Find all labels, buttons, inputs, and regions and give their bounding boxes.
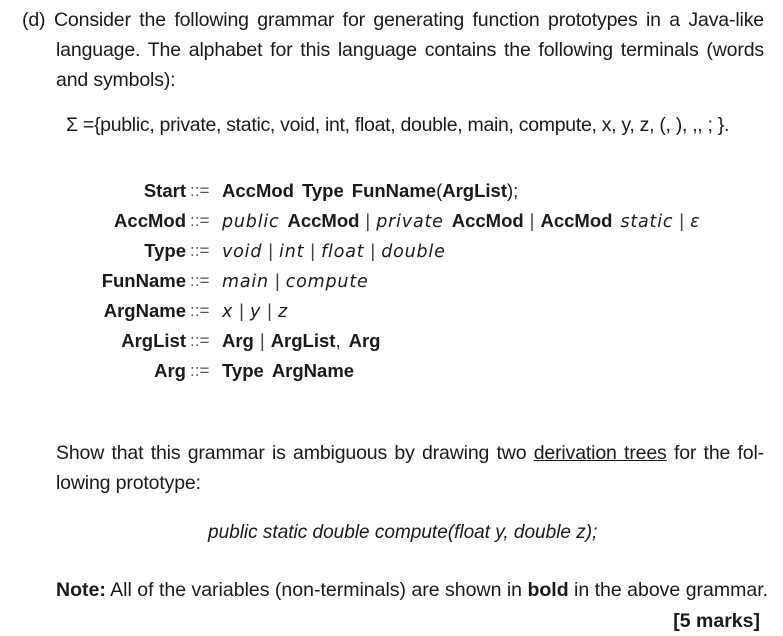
terminal: y	[249, 302, 262, 322]
alternative-separator: |	[267, 300, 272, 321]
rule-lhs: FunName	[101, 270, 186, 291]
non-terminal: ArgName	[271, 360, 355, 381]
rule-lhs: AccMod	[114, 210, 186, 231]
rule-rhs: main | compute	[222, 266, 369, 297]
intro-text-1: Consider the following grammar for gener…	[54, 9, 764, 31]
symbol: );	[506, 180, 519, 201]
non-terminal: Type	[222, 360, 264, 381]
rule-lhs: ArgList	[121, 330, 186, 351]
rule-lhs-container: ArgList	[40, 326, 186, 356]
task-text-before: Show that this grammar is ambiguous by d…	[56, 442, 534, 464]
note-text-before: All of the variables (non-terminals) are…	[105, 579, 528, 601]
terminal: int	[279, 242, 305, 262]
rule-operator: ::=	[190, 241, 210, 260]
grammar-rule-arg: Arg::= Type ArgName	[40, 356, 760, 386]
alternative-separator: |	[310, 240, 316, 261]
question-intro-line-3: and symbols):	[56, 65, 764, 95]
rule-operator: ::=	[190, 181, 210, 200]
task-text-after: for the fol-	[666, 442, 764, 464]
rule-lhs-container: ArgName	[40, 296, 186, 326]
rule-operator: ::=	[190, 331, 210, 350]
terminal: z	[277, 302, 288, 322]
alternative-separator: |	[529, 210, 535, 231]
rule-operator: ::=	[190, 211, 210, 230]
note-label: Note:	[56, 579, 106, 601]
symbol: ,	[335, 330, 341, 351]
non-terminal: Type	[301, 180, 344, 201]
rule-rhs: x | y | z	[222, 296, 288, 327]
terminal: static	[620, 212, 674, 232]
intro-text-2: language. The alphabet for this language…	[56, 39, 764, 61]
rule-lhs: Start	[143, 180, 186, 201]
intro-text-3: and symbols):	[56, 69, 176, 91]
terminal: compute	[285, 272, 369, 292]
non-terminal: AccMod	[287, 210, 360, 231]
grammar-rule-arglist: ArgList::= Arg | ArgList, Arg	[40, 326, 760, 356]
rule-lhs: Type	[144, 240, 186, 261]
terminal: ε	[690, 212, 701, 232]
grammar-rule-accmod: AccMod::= public AccMod | private AccMod | AccM…	[40, 206, 760, 236]
rule-lhs-container: Start	[40, 176, 186, 206]
terminal: double	[381, 242, 446, 262]
rule-lhs-container: FunName	[40, 266, 186, 296]
alternative-separator: |	[365, 210, 371, 231]
non-terminal: ArgList	[270, 330, 336, 351]
rule-operator: ::=	[190, 361, 210, 380]
marks-label: [5 marks]	[673, 610, 760, 632]
non-terminal: Arg	[348, 330, 381, 351]
non-terminal: AccMod	[540, 210, 613, 231]
rule-rhs: AccMod Type FunName(ArgList);	[222, 176, 518, 206]
rule-rhs: Type ArgName	[222, 356, 354, 386]
non-terminal: AccMod	[222, 180, 294, 201]
rule-rhs: void | int | float | double	[222, 236, 446, 267]
rule-lhs-container: Type	[40, 236, 186, 266]
grammar-rule-type: Type::= void | int | float | double	[40, 236, 760, 266]
note-bold-word: bold	[527, 579, 569, 601]
alphabet-definition: Σ ={public, private, static, void, int, …	[66, 114, 730, 136]
rule-lhs-container: AccMod	[40, 206, 186, 236]
question-intro-line-1: (d) Consider the following grammar for ge…	[22, 5, 764, 35]
note-text-after: in the above grammar.	[568, 579, 769, 601]
question-label: (d)	[22, 9, 46, 31]
task-text-line-2: lowing prototype:	[56, 472, 201, 494]
task-line-1: Show that this grammar is ambiguous by d…	[56, 438, 764, 468]
alternative-separator: |	[370, 240, 376, 261]
alternative-separator: |	[679, 210, 685, 231]
terminal: x	[222, 302, 234, 322]
rule-rhs: public AccMod | private AccMod | AccMod static |…	[222, 206, 700, 237]
alternative-separator: |	[239, 300, 244, 321]
rule-operator: ::=	[190, 271, 210, 290]
alternative-separator: |	[268, 240, 274, 261]
rule-lhs: Arg	[154, 360, 186, 381]
rule-lhs: ArgName	[103, 300, 186, 321]
rule-rhs: Arg | ArgList, Arg	[222, 326, 380, 356]
terminal: main	[222, 272, 269, 292]
task-line-2: lowing prototype:	[56, 468, 764, 498]
terminal: public	[222, 212, 280, 232]
grammar-rule-argname: ArgName::= x | y | z	[40, 296, 760, 326]
grammar-rule-start: Start::= AccMod Type FunName(ArgList);	[40, 176, 760, 206]
note: Note: All of the variables (non-terminal…	[56, 575, 768, 605]
non-terminal: ArgList	[442, 180, 507, 201]
alternative-separator: |	[274, 270, 280, 291]
rule-operator: ::=	[190, 301, 210, 320]
non-terminal: AccMod	[451, 210, 524, 231]
terminal: void	[222, 242, 263, 262]
terminal: float	[321, 242, 365, 262]
terminal: private	[376, 212, 444, 232]
rule-lhs-container: Arg	[40, 356, 186, 386]
alternative-separator: |	[259, 330, 265, 351]
non-terminal: FunName	[351, 180, 437, 201]
prototype-example: public static double compute(float y, do…	[208, 522, 598, 543]
non-terminal: Arg	[222, 330, 254, 351]
derivation-trees-term: derivation trees	[533, 442, 667, 464]
grammar-rule-funname: FunName::= main | compute	[40, 266, 760, 296]
question-intro-line-2: language. The alphabet for this language…	[56, 35, 764, 65]
